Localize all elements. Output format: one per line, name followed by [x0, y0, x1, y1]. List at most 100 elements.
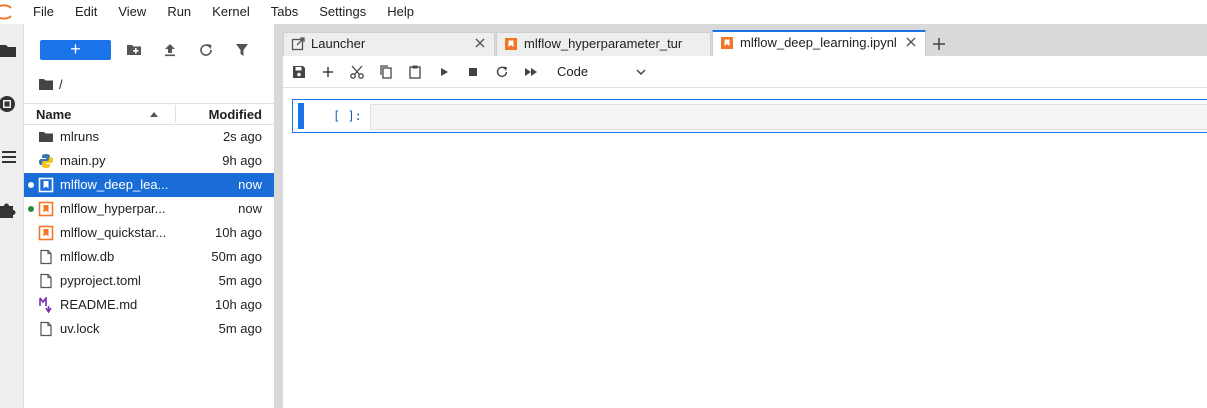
- file-name: mlflow_quickstar...: [60, 225, 167, 240]
- file-name: mlflow.db: [60, 249, 115, 264]
- main-area: Launcher mlflow_hyperparameter_tur mlflo…: [283, 24, 1207, 408]
- folder-icon[interactable]: [0, 42, 18, 60]
- notebook-icon: [38, 201, 54, 217]
- tab-hyperparameter-notebook[interactable]: mlflow_hyperparameter_tur: [496, 32, 711, 56]
- notebook-toolbar: Code: [283, 56, 1207, 88]
- notebook-icon: [505, 38, 517, 50]
- filter-icon[interactable]: [234, 42, 250, 58]
- file-row[interactable]: README.md 10h ago: [24, 293, 274, 317]
- cell-type-select[interactable]: Code: [557, 64, 647, 80]
- cell-input-prompt: [ ]:: [333, 109, 362, 123]
- menu-file[interactable]: File: [33, 0, 54, 24]
- folder-icon: [38, 129, 54, 145]
- python-icon: [38, 153, 54, 169]
- file-modified: 2s ago: [222, 129, 262, 144]
- save-icon[interactable]: [291, 64, 307, 80]
- file-modified: 9h ago: [222, 153, 262, 168]
- refresh-icon[interactable]: [198, 42, 214, 58]
- file-name: mlflow_deep_lea...: [60, 177, 169, 192]
- file-name: README.md: [60, 297, 138, 312]
- cell-code-editor[interactable]: [370, 104, 1207, 130]
- jupyter-logo-icon: [0, 4, 12, 20]
- menu-list: File Edit View Run Kernel Tabs Settings …: [33, 0, 435, 24]
- notebook-icon: [38, 177, 54, 193]
- file-row[interactable]: main.py 9h ago: [24, 149, 274, 173]
- running-indicator-icon: [28, 206, 34, 212]
- cut-icon[interactable]: [349, 64, 365, 80]
- notebook-cell[interactable]: [ ]:: [292, 99, 1207, 133]
- file-modified: now: [238, 177, 262, 192]
- markdown-icon: [38, 295, 54, 314]
- running-kernels-icon[interactable]: [0, 95, 18, 113]
- file-modified: now: [238, 201, 262, 216]
- breadcrumb-root[interactable]: /: [59, 77, 63, 92]
- file-name: uv.lock: [60, 321, 100, 336]
- menu-settings[interactable]: Settings: [319, 0, 366, 24]
- copy-icon[interactable]: [378, 64, 394, 80]
- close-icon[interactable]: [904, 35, 918, 49]
- column-divider[interactable]: [175, 105, 176, 123]
- file-list: mlruns 2s ago main.py 9h ago mlflow_deep_lea…: [24, 125, 274, 341]
- activity-rail: [0, 24, 24, 408]
- file-row[interactable]: mlruns 2s ago: [24, 125, 274, 149]
- file-browser-panel: + / Name Modified mlruns 2s ago main.py 9h …: [24, 24, 274, 408]
- file-modified: 5m ago: [218, 321, 262, 336]
- file-name: mlruns: [60, 129, 100, 144]
- file-list-header: Name Modified: [24, 103, 274, 125]
- new-launcher-button[interactable]: +: [40, 40, 111, 60]
- file-row[interactable]: uv.lock 5m ago: [24, 317, 274, 341]
- paste-icon[interactable]: [407, 64, 423, 80]
- new-folder-icon[interactable]: [126, 42, 142, 58]
- launcher-icon: [291, 37, 305, 51]
- file-icon: [38, 273, 54, 289]
- tab-deep-learning-notebook[interactable]: mlflow_deep_learning.ipynl: [712, 30, 926, 56]
- sort-ascending-icon[interactable]: [150, 112, 158, 117]
- file-row[interactable]: mlflow_quickstar... 10h ago: [24, 221, 274, 245]
- home-folder-icon[interactable]: [39, 78, 53, 90]
- tab-label: mlflow_deep_learning.ipynl: [740, 35, 897, 50]
- file-name: main.py: [60, 153, 106, 168]
- restart-kernel-icon[interactable]: [494, 64, 510, 80]
- tab-launcher[interactable]: Launcher: [283, 32, 495, 56]
- add-tab-icon[interactable]: [927, 33, 951, 55]
- cell-collapser[interactable]: [298, 103, 304, 129]
- tab-bar: Launcher mlflow_hyperparameter_tur mlflo…: [283, 24, 1207, 56]
- breadcrumb: /: [39, 76, 63, 92]
- menu-run[interactable]: Run: [167, 0, 191, 24]
- file-icon: [38, 249, 54, 265]
- menu-edit[interactable]: Edit: [75, 0, 97, 24]
- file-modified: 10h ago: [215, 225, 262, 240]
- file-row[interactable]: mlflow_hyperpar... now: [24, 197, 274, 221]
- notebook-icon: [721, 37, 733, 49]
- run-icon[interactable]: [436, 64, 452, 80]
- file-row[interactable]: mlflow.db 50m ago: [24, 245, 274, 269]
- menu-view[interactable]: View: [118, 0, 146, 24]
- restart-run-all-icon[interactable]: [523, 64, 539, 80]
- tab-label: Launcher: [311, 36, 366, 51]
- file-row[interactable]: pyproject.toml 5m ago: [24, 269, 274, 293]
- cell-type-value: Code: [557, 64, 589, 79]
- file-name: mlflow_hyperpar...: [60, 201, 166, 216]
- menu-tabs[interactable]: Tabs: [271, 0, 298, 24]
- file-modified: 10h ago: [215, 297, 262, 312]
- stop-icon[interactable]: [465, 64, 481, 80]
- upload-icon[interactable]: [162, 42, 178, 58]
- menu-bar: File Edit View Run Kernel Tabs Settings …: [0, 0, 1207, 24]
- file-modified: 5m ago: [218, 273, 262, 288]
- column-name-header[interactable]: Name: [36, 107, 71, 122]
- menu-kernel[interactable]: Kernel: [212, 0, 250, 24]
- file-icon: [38, 321, 54, 337]
- file-browser-toolbar: +: [40, 40, 270, 60]
- file-row[interactable]: mlflow_deep_lea... now: [24, 173, 274, 197]
- close-icon[interactable]: [473, 36, 487, 50]
- extensions-puzzle-icon[interactable]: [0, 201, 18, 219]
- table-of-contents-icon[interactable]: [0, 148, 18, 166]
- column-modified-header[interactable]: Modified: [209, 107, 262, 122]
- chevron-down-icon: [636, 69, 646, 76]
- menu-help[interactable]: Help: [387, 0, 414, 24]
- notebook-icon: [38, 225, 54, 241]
- file-modified: 50m ago: [211, 249, 262, 264]
- panel-splitter[interactable]: [274, 24, 283, 408]
- insert-cell-icon[interactable]: [320, 64, 336, 80]
- file-name: pyproject.toml: [60, 273, 141, 288]
